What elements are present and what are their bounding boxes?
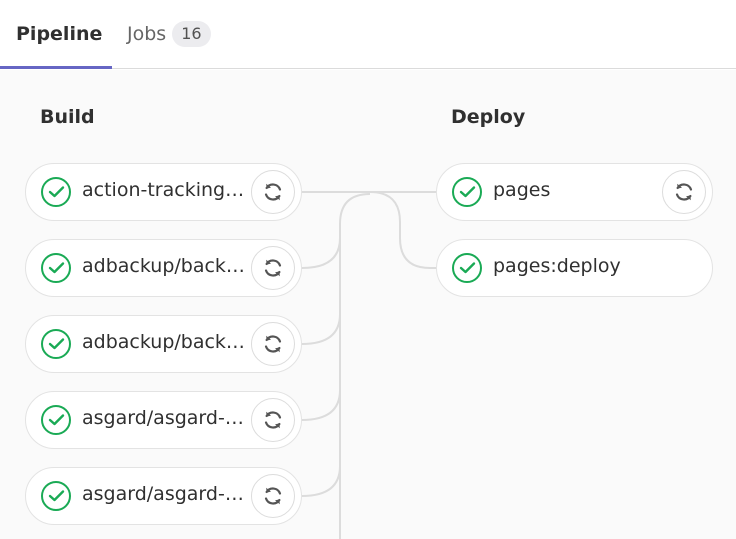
tab-jobs[interactable]: Jobs 16	[127, 0, 211, 68]
job-name: action-tracking…	[82, 179, 245, 201]
pipeline-tabs: Pipeline Jobs 16	[0, 0, 736, 69]
job-deploy-pages[interactable]: pages	[436, 163, 713, 221]
job-build-4[interactable]: asgard/asgard-…	[25, 391, 302, 449]
job-name: asgard/asgard-…	[82, 407, 244, 429]
retry-icon[interactable]	[251, 170, 295, 214]
success-status-icon	[41, 253, 71, 283]
job-build-2[interactable]: adbackup/back…	[25, 239, 302, 297]
success-status-icon	[452, 253, 482, 283]
success-status-icon	[41, 329, 71, 359]
active-tab-indicator	[0, 66, 112, 69]
retry-icon[interactable]	[251, 398, 295, 442]
retry-icon[interactable]	[251, 246, 295, 290]
job-name: asgard/asgard-…	[82, 483, 244, 505]
retry-icon[interactable]	[251, 322, 295, 366]
pipeline-graph: Build Deploy action-tracking… adbackup/b…	[0, 70, 736, 539]
job-name: adbackup/back…	[82, 255, 245, 277]
retry-icon[interactable]	[662, 170, 706, 214]
job-name: adbackup/back…	[82, 331, 245, 353]
success-status-icon	[41, 481, 71, 511]
job-deploy-pages-deploy[interactable]: pages:deploy	[436, 239, 713, 297]
tab-jobs-label: Jobs	[127, 23, 167, 45]
jobs-count-badge: 16	[172, 21, 211, 47]
job-build-1[interactable]: action-tracking…	[25, 163, 302, 221]
job-name: pages:deploy	[493, 255, 621, 277]
job-build-5[interactable]: asgard/asgard-…	[25, 467, 302, 525]
retry-icon[interactable]	[251, 474, 295, 518]
success-status-icon	[452, 177, 482, 207]
job-build-3[interactable]: adbackup/back…	[25, 315, 302, 373]
success-status-icon	[41, 405, 71, 435]
stage-title-deploy: Deploy	[451, 106, 526, 128]
job-name: pages	[493, 179, 551, 201]
success-status-icon	[41, 177, 71, 207]
stage-title-build: Build	[40, 106, 95, 128]
tab-pipeline[interactable]: Pipeline	[0, 0, 112, 69]
tab-pipeline-label: Pipeline	[16, 23, 103, 45]
